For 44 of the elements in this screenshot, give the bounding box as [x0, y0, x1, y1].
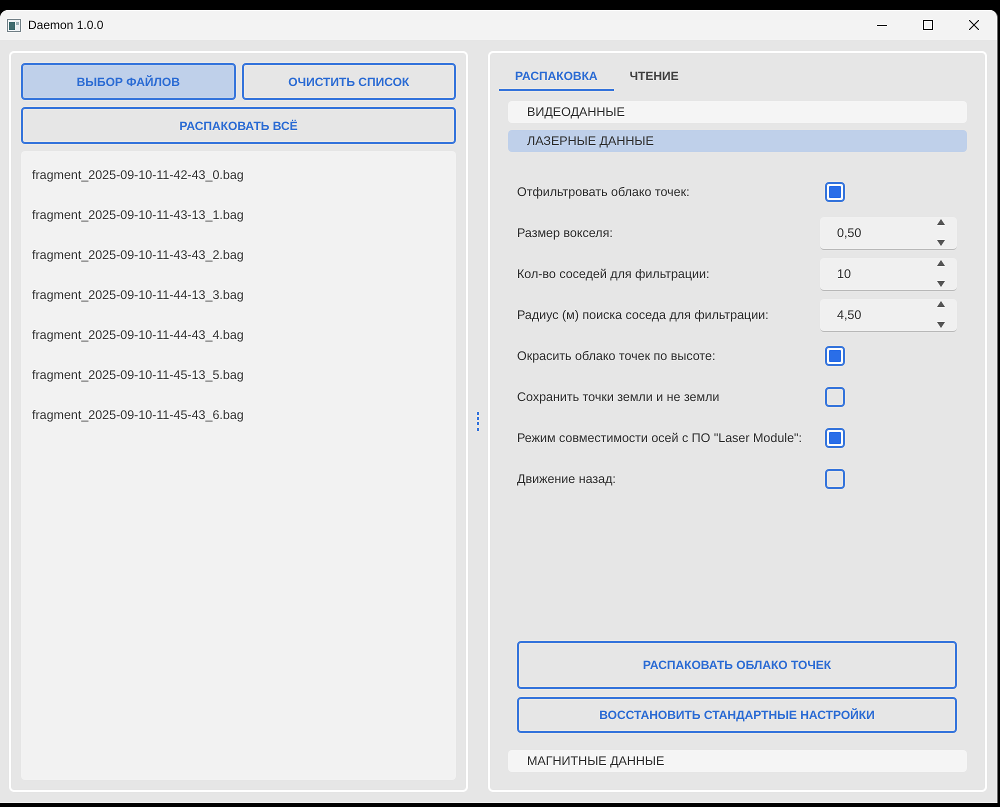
spin-box[interactable]: 10 [820, 258, 957, 290]
checkbox[interactable] [825, 387, 845, 407]
checkbox[interactable] [825, 428, 845, 448]
setting-label: Кол-во соседей для фильтрации: [517, 267, 710, 281]
tab[interactable]: ЧТЕНИЕ [614, 63, 695, 91]
file-list-item[interactable]: fragment_2025-09-10-11-44-43_4.bag [21, 315, 456, 355]
setting-label: Движение назад: [517, 472, 617, 486]
section-header[interactable]: ЛАЗЕРНЫЕ ДАННЫЕ [508, 130, 967, 152]
app-window-icon [7, 18, 21, 32]
tab[interactable]: РАСПАКОВКА [499, 63, 614, 91]
down-triangle-icon[interactable] [937, 281, 945, 287]
file-list-item[interactable]: fragment_2025-09-10-11-42-43_0.bag [21, 155, 456, 195]
up-triangle-icon[interactable] [937, 301, 945, 307]
window-title: Daemon 1.0.0 [28, 18, 104, 32]
checkbox[interactable] [825, 469, 845, 489]
close-icon [969, 20, 979, 30]
action-button[interactable]: ОЧИСТИТЬ СПИСОК [242, 63, 456, 100]
section-header[interactable]: МАГНИТНЫЕ ДАННЫЕ [508, 750, 967, 772]
file-list-item[interactable]: fragment_2025-09-10-11-43-43_2.bag [21, 235, 456, 275]
file-list-item[interactable]: fragment_2025-09-10-11-43-13_1.bag [21, 195, 456, 235]
up-triangle-icon[interactable] [937, 219, 945, 225]
file-list-item[interactable]: fragment_2025-09-10-11-44-13_3.bag [21, 275, 456, 315]
setting-label: Сохранить точки земли и не земли [517, 390, 720, 404]
setting-label: Окрасить облако точек по высоте: [517, 349, 716, 363]
setting-label: Режим совместимости осей с ПО "Laser Module": [517, 431, 803, 445]
setting-label: Радиус (м) поиска соседа для фильтрации: [517, 308, 770, 322]
action-button[interactable]: РАСПАКОВАТЬ ОБЛАКО ТОЧЕК [517, 641, 957, 689]
down-triangle-icon[interactable] [937, 240, 945, 246]
file-list-item[interactable]: fragment_2025-09-10-11-45-13_5.bag [21, 355, 456, 395]
file-list-item[interactable]: fragment_2025-09-10-11-45-43_6.bag [21, 395, 456, 435]
checkbox[interactable] [825, 182, 845, 202]
minimize-icon [877, 24, 887, 26]
setting-label: Размер вокселя: [517, 226, 614, 240]
setting-label: Отфильтровать облако точек: [517, 185, 691, 199]
section-header[interactable]: ВИДЕОДАННЫЕ [508, 101, 967, 123]
checkbox[interactable] [825, 346, 845, 366]
maximize-icon [923, 20, 933, 30]
splitter-handle[interactable] [477, 412, 480, 431]
action-button[interactable]: ВОССТАНОВИТЬ СТАНДАРТНЫЕ НАСТРОЙКИ [517, 697, 957, 733]
up-triangle-icon[interactable] [937, 260, 945, 266]
spin-box[interactable]: 0,50 [820, 216, 957, 250]
spin-box[interactable]: 4,50 [820, 298, 957, 332]
down-triangle-icon[interactable] [937, 322, 945, 328]
action-button[interactable]: РАСПАКОВАТЬ ВСЁ [21, 107, 456, 144]
